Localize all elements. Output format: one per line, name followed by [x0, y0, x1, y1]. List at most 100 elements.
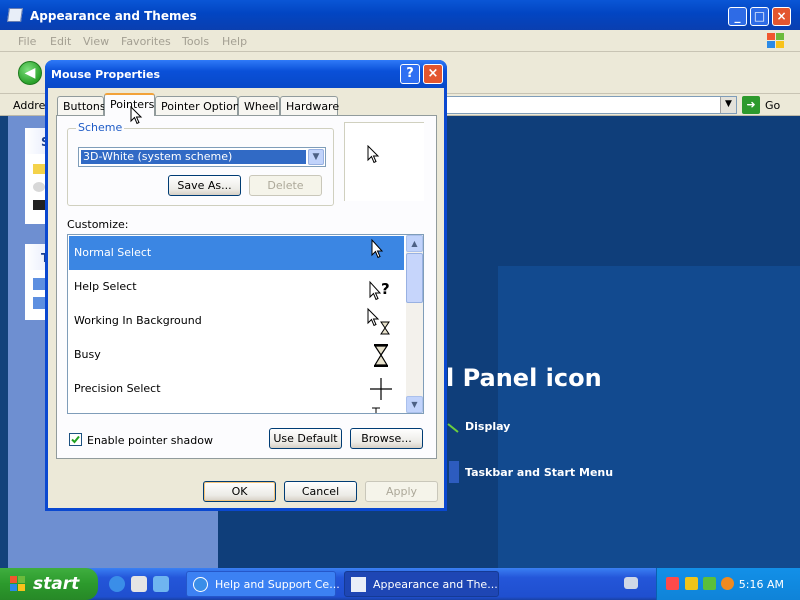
use-default-button[interactable]: Use Default	[269, 428, 342, 449]
minimize-button[interactable]: _	[728, 7, 747, 26]
scroll-down-icon[interactable]: ▼	[406, 396, 423, 413]
list-item-help-select[interactable]: Help Select ?	[69, 270, 404, 304]
working-cursor-icon	[367, 307, 390, 335]
network-icon[interactable]	[666, 577, 679, 590]
mouse-properties-dialog: Mouse Properties ? × Buttons Pointers Po…	[45, 60, 447, 511]
help-cursor-icon: ?	[369, 280, 390, 301]
menu-favorites[interactable]: Favorites	[121, 35, 171, 48]
messenger-icon[interactable]	[153, 576, 169, 592]
hourglass-cursor-icon	[373, 344, 389, 367]
folder-icon[interactable]	[33, 164, 45, 174]
address-input[interactable]: ▼	[445, 96, 737, 114]
help-support-icon	[193, 577, 208, 592]
help-icon[interactable]	[33, 278, 45, 290]
scheme-group-label: Scheme	[76, 121, 125, 134]
windows-flag-icon	[10, 576, 25, 591]
help-icon-2[interactable]	[33, 297, 45, 309]
apply-button[interactable]: Apply	[365, 481, 438, 502]
help-button[interactable]: ?	[400, 64, 420, 84]
dialog-title-bar[interactable]: Mouse Properties ? ×	[45, 60, 447, 88]
internet-explorer-icon[interactable]	[109, 576, 125, 592]
enable-pointer-shadow-label[interactable]: Enable pointer shadow	[87, 434, 213, 447]
task-label: Appearance and The...	[373, 578, 498, 591]
close-window-button[interactable]: ×	[772, 7, 791, 26]
task-appearance-and-themes[interactable]: Appearance and The...	[344, 571, 499, 597]
go-button[interactable]: Go	[765, 99, 780, 112]
pointers-tab-page: Scheme 3D-White (system scheme) ▼ Save A…	[56, 115, 437, 459]
taskbar-link-icon[interactable]	[449, 461, 459, 483]
taskbar-start-menu-link[interactable]: Taskbar and Start Menu	[465, 466, 613, 479]
menu-edit[interactable]: Edit	[50, 35, 71, 48]
list-item-label: Busy	[74, 348, 101, 361]
scheme-select[interactable]: 3D-White (system scheme) ▼	[78, 147, 326, 167]
save-as-button[interactable]: Save As...	[168, 175, 241, 196]
monitor-icon[interactable]	[33, 200, 45, 210]
menu-tools[interactable]: Tools	[182, 35, 209, 48]
display-link-icon[interactable]	[446, 420, 460, 434]
enable-pointer-shadow-checkbox[interactable]	[69, 433, 82, 446]
menu-view[interactable]: View	[83, 35, 109, 48]
pointer-preview	[344, 122, 424, 201]
tab-pointer-options[interactable]: Pointer Options	[155, 96, 246, 115]
list-item-working-in-background[interactable]: Working In Background	[69, 304, 404, 338]
delete-button[interactable]: Delete	[249, 175, 322, 196]
maximize-button[interactable]: □	[750, 7, 769, 26]
arrow-cursor-icon	[371, 238, 384, 259]
tab-buttons[interactable]: Buttons	[57, 96, 106, 115]
dialog-body: Buttons Pointers Pointer Options Wheel H…	[48, 88, 444, 508]
go-arrow-icon[interactable]: ➜	[742, 96, 760, 114]
scheme-group: Scheme 3D-White (system scheme) ▼ Save A…	[67, 121, 334, 206]
explorer-title-bar: Appearance and Themes _ □ ×	[0, 0, 800, 30]
list-item-label: Help Select	[74, 280, 137, 293]
close-button[interactable]: ×	[423, 64, 443, 84]
crosshair-cursor-icon	[370, 378, 392, 400]
windows-logo-icon	[767, 33, 784, 48]
folder-window-icon	[351, 577, 366, 592]
security-shield-icon[interactable]	[685, 577, 698, 590]
address-dropdown-icon[interactable]: ▼	[720, 97, 736, 113]
gear-icon[interactable]	[33, 182, 45, 192]
chevron-down-icon[interactable]: ▼	[308, 149, 324, 165]
list-scrollbar[interactable]: ▲ ▼	[406, 235, 423, 413]
customize-label: Customize:	[67, 218, 129, 231]
update-icon[interactable]	[703, 577, 716, 590]
menu-help[interactable]: Help	[222, 35, 247, 48]
list-item-label: Normal Select	[74, 246, 152, 259]
keyboard-icon[interactable]	[624, 577, 638, 589]
mouse-pointer-icon	[130, 106, 143, 125]
taskbar: start Help and Support Ce... Appearance …	[0, 568, 800, 600]
content-panel	[498, 266, 800, 568]
explorer-title: Appearance and Themes	[30, 9, 197, 23]
cursor-list[interactable]: Normal Select Help Select ? Working In B…	[67, 234, 424, 414]
start-label: start	[33, 574, 80, 594]
start-button[interactable]: start	[0, 568, 98, 600]
back-button[interactable]: ◀	[18, 61, 42, 85]
dialog-title: Mouse Properties	[51, 68, 161, 81]
task-help-and-support[interactable]: Help and Support Ce...	[186, 571, 340, 597]
list-item-precision-select[interactable]: Precision Select	[69, 372, 404, 406]
tab-hardware[interactable]: Hardware	[280, 96, 339, 115]
list-item-label: Precision Select	[74, 382, 161, 395]
system-tray: 5:16 AM	[656, 568, 800, 600]
menu-bar: File Edit View Favorites Tools Help	[0, 30, 800, 52]
browse-button[interactable]: Browse...	[350, 428, 423, 449]
ok-button[interactable]: OK	[203, 481, 276, 502]
media-player-icon[interactable]	[131, 576, 147, 592]
list-item-busy[interactable]: Busy	[69, 338, 404, 372]
scheme-select-value: 3D-White (system scheme)	[81, 150, 306, 164]
svg-text:?: ?	[381, 280, 390, 298]
scroll-up-icon[interactable]: ▲	[406, 235, 423, 252]
text-select-cursor-icon	[372, 407, 380, 413]
tab-wheel[interactable]: Wheel	[238, 96, 280, 115]
clock[interactable]: 5:16 AM	[739, 578, 784, 591]
category-heading: l Panel icon	[446, 364, 602, 392]
cancel-button[interactable]: Cancel	[284, 481, 357, 502]
list-item-label: Working In Background	[74, 314, 202, 327]
scroll-thumb[interactable]	[406, 253, 423, 303]
list-item-normal-select[interactable]: Normal Select	[69, 236, 404, 270]
display-link[interactable]: Display	[465, 420, 510, 433]
folder-window-icon	[7, 8, 23, 22]
preview-arrow-cursor-icon	[367, 145, 380, 164]
menu-file[interactable]: File	[18, 35, 36, 48]
search-icon[interactable]	[721, 577, 734, 590]
